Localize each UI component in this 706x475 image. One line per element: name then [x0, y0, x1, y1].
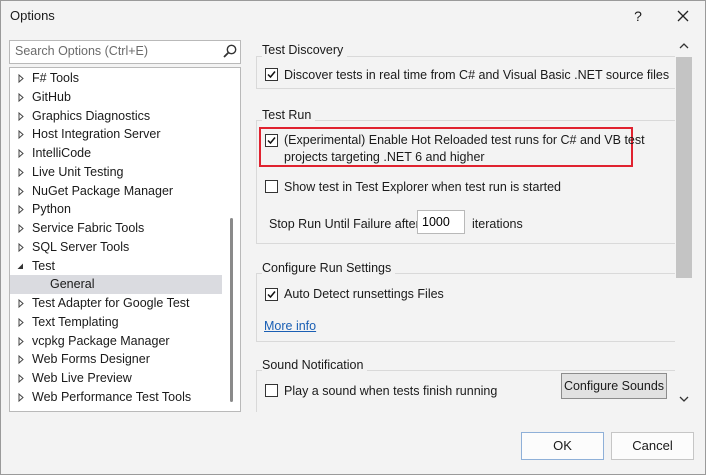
- tree-item[interactable]: Graphics Diagnostics: [10, 107, 222, 126]
- tree-item[interactable]: Host Integration Server: [10, 125, 222, 144]
- expand-arrow-icon[interactable]: [16, 163, 26, 182]
- discover-tests-checkbox[interactable]: [265, 68, 278, 81]
- checkmark-icon: [267, 291, 276, 299]
- expand-arrow-icon[interactable]: [16, 125, 26, 144]
- tree-item[interactable]: GitHub: [10, 88, 222, 107]
- checkmark-icon: [267, 71, 276, 79]
- tree-item-label: NuGet Package Manager: [32, 183, 174, 198]
- tree-item-label: Text Templating: [32, 314, 119, 329]
- tree-item-label: Host Integration Server: [32, 127, 161, 142]
- configure-sounds-button[interactable]: Configure Sounds: [561, 373, 667, 399]
- tree-item[interactable]: Service Fabric Tools: [10, 219, 222, 238]
- hot-reload-label-line2: projects targeting .NET 6 and higher: [284, 150, 485, 164]
- options-tree: F# Tools GitHub Graphics Diagnostics Host I…: [9, 67, 241, 412]
- test-discovery-title: Test Discovery: [262, 43, 348, 57]
- search-options-box[interactable]: [9, 40, 241, 64]
- tree-item[interactable]: IntelliCode: [10, 144, 222, 163]
- test-general-page: Test Discovery Discover tests in real ti…: [253, 39, 691, 412]
- ok-button[interactable]: OK: [521, 432, 604, 460]
- expand-arrow-icon[interactable]: [16, 107, 26, 126]
- expand-arrow-icon[interactable]: [16, 350, 26, 369]
- tree-item[interactable]: NuGet Package Manager: [10, 182, 222, 201]
- tree-item[interactable]: Web Live Preview: [10, 369, 222, 388]
- hot-reload-checkbox[interactable]: [265, 134, 278, 147]
- auto-detect-runsettings-checkbox[interactable]: [265, 288, 278, 301]
- more-info-link[interactable]: More info: [264, 319, 316, 333]
- tree-item[interactable]: Web Forms Designer: [10, 350, 222, 369]
- tree-item-label: F# Tools: [32, 71, 80, 85]
- window-title: Options: [10, 8, 55, 23]
- expand-arrow-icon[interactable]: [16, 294, 26, 313]
- tree-item[interactable]: General: [10, 275, 222, 295]
- stop-run-iterations-input[interactable]: [417, 210, 465, 234]
- tree-item[interactable]: Text Templating: [10, 313, 222, 332]
- run-settings-title: Configure Run Settings: [262, 261, 396, 275]
- search-input[interactable]: [10, 41, 215, 61]
- tree-item-label: Web Live Preview: [32, 371, 132, 385]
- tree-item-label: Graphics Diagnostics: [32, 108, 151, 123]
- expand-arrow-icon[interactable]: [16, 219, 26, 238]
- expand-arrow-icon[interactable]: [16, 369, 26, 388]
- expand-arrow-icon[interactable]: [16, 69, 26, 88]
- tree-item[interactable]: Python: [10, 200, 222, 219]
- tree-item[interactable]: F# Tools: [10, 69, 222, 88]
- content-scrollbar[interactable]: [675, 39, 693, 412]
- expand-arrow-icon[interactable]: [16, 88, 26, 107]
- hot-reload-label-line1: (Experimental) Enable Hot Reloaded test …: [284, 133, 645, 147]
- chevron-up-icon[interactable]: [679, 42, 689, 50]
- tree-item-label: Python: [32, 202, 71, 217]
- discover-tests-label: Discover tests in real time from C# and …: [284, 68, 670, 82]
- tree-item-label: Test: [32, 258, 55, 273]
- expand-arrow-icon[interactable]: [16, 388, 26, 407]
- expand-arrow-icon[interactable]: [16, 200, 26, 219]
- stop-run-label: Stop Run Until Failure after: [269, 217, 420, 231]
- show-in-test-explorer-checkbox[interactable]: [265, 180, 278, 193]
- tree-item[interactable]: Test Adapter for Google Test: [10, 294, 222, 313]
- expand-arrow-icon[interactable]: [16, 182, 26, 201]
- close-icon: [677, 10, 689, 22]
- collapse-arrow-icon[interactable]: [16, 257, 26, 276]
- tree-item[interactable]: SQL Server Tools: [10, 238, 222, 257]
- sound-notification-title: Sound Notification: [262, 358, 368, 372]
- tree-scrollbar-thumb[interactable]: [230, 218, 233, 402]
- test-run-title: Test Run: [262, 108, 316, 122]
- chevron-down-icon[interactable]: [679, 395, 689, 403]
- tree-item-label: Live Unit Testing: [32, 164, 124, 179]
- expand-arrow-icon[interactable]: [16, 238, 26, 257]
- tree-item-label: Web Performance Test Tools: [32, 389, 192, 404]
- play-sound-label: Play a sound when tests finish running: [284, 384, 498, 398]
- help-button[interactable]: ?: [627, 5, 649, 27]
- tree-item-label: SQL Server Tools: [32, 239, 130, 254]
- scrollbar-thumb[interactable]: [676, 57, 692, 278]
- tree-item[interactable]: vcpkg Package Manager: [10, 332, 222, 351]
- tree-item-label: GitHub: [32, 89, 71, 104]
- run-settings-group: [256, 273, 676, 342]
- close-button[interactable]: [671, 5, 695, 27]
- tree-item[interactable]: Web Performance Test Tools: [10, 388, 222, 407]
- tree-item[interactable]: Test: [10, 257, 222, 276]
- tree-item-label: Web Forms Designer: [32, 352, 150, 367]
- tree-item-label: vcpkg Package Manager: [32, 333, 170, 348]
- cancel-button[interactable]: Cancel: [611, 432, 694, 460]
- tree-item-label: Service Fabric Tools: [32, 221, 145, 235]
- expand-arrow-icon[interactable]: [16, 313, 26, 332]
- show-in-test-explorer-label: Show test in Test Explorer when test run…: [284, 180, 561, 194]
- tree-item[interactable]: Live Unit Testing: [10, 163, 222, 182]
- search-icon[interactable]: [223, 44, 237, 58]
- tree-item-label: General: [50, 277, 95, 292]
- tree-item-label: Test Adapter for Google Test: [32, 296, 190, 310]
- tree-item-label: IntelliCode: [32, 146, 92, 160]
- options-dialog: Options ? F# Tools GitHub Graphics Diagnos…: [0, 0, 706, 475]
- expand-arrow-icon[interactable]: [16, 144, 26, 163]
- auto-detect-runsettings-label: Auto Detect runsettings Files: [284, 287, 444, 301]
- play-sound-checkbox[interactable]: [265, 384, 278, 397]
- iterations-label: iterations: [472, 217, 523, 231]
- title-bar: Options ?: [1, 1, 705, 31]
- expand-arrow-icon[interactable]: [16, 332, 26, 351]
- checkmark-icon: [267, 137, 276, 145]
